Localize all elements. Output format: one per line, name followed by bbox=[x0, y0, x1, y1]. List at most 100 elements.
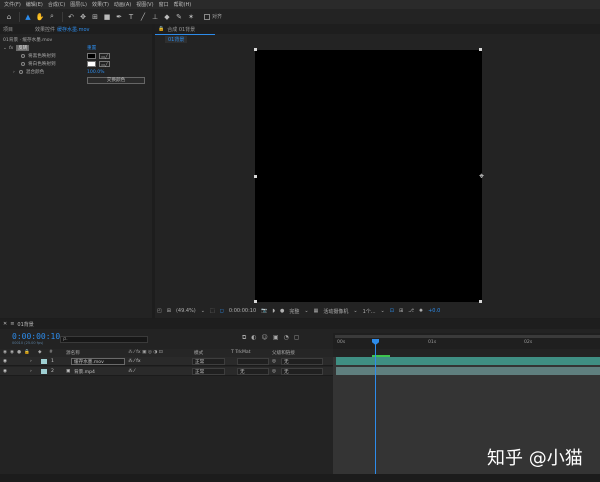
close-icon[interactable]: ✕ bbox=[3, 321, 7, 327]
timeline-timecode[interactable]: 0:00:00:10 bbox=[12, 332, 60, 341]
eye-icon[interactable]: ◉ bbox=[3, 350, 7, 355]
menu-help[interactable]: 帮助(H) bbox=[174, 1, 192, 8]
eraser-icon[interactable]: ◆ bbox=[162, 12, 172, 22]
layer-parent-dropdown[interactable]: 无 bbox=[281, 368, 323, 375]
layer-trkmat-dropdown[interactable] bbox=[237, 358, 269, 365]
fast-preview-icon[interactable]: ⊡ bbox=[390, 308, 394, 314]
viewer-timecode[interactable]: 0:00:00:10 bbox=[229, 308, 256, 314]
chevron-down-icon[interactable]: ⌄ bbox=[381, 308, 385, 314]
mode-header[interactable]: 模式 bbox=[194, 350, 203, 356]
stopwatch-icon[interactable] bbox=[21, 54, 25, 58]
comp-flowchart-icon[interactable]: ⧉ bbox=[242, 334, 246, 342]
playhead-line[interactable] bbox=[375, 340, 376, 482]
hamburger-icon[interactable]: ≡ bbox=[10, 321, 14, 327]
hand-icon[interactable]: ✋ bbox=[35, 12, 45, 22]
composition-canvas[interactable] bbox=[255, 50, 482, 302]
stopwatch-icon[interactable] bbox=[21, 62, 25, 66]
trkmat-header[interactable]: T TrkMat bbox=[231, 350, 251, 355]
home-icon[interactable]: ⌂ bbox=[4, 12, 14, 22]
transform-handle[interactable] bbox=[479, 48, 482, 51]
pan-behind-icon[interactable]: ⊞ bbox=[90, 12, 100, 22]
layer-name[interactable]: 缓存水墨.mov bbox=[71, 358, 125, 365]
layer-mode-dropdown[interactable]: 正常 bbox=[192, 358, 225, 365]
label-icon[interactable]: ◆ bbox=[38, 350, 42, 355]
chevron-down-icon[interactable]: ⌄ bbox=[3, 46, 7, 51]
tab-project[interactable]: 项目 bbox=[3, 26, 13, 33]
always-preview-icon[interactable]: ◰ bbox=[157, 308, 162, 314]
pen-icon[interactable]: ✒ bbox=[114, 12, 124, 22]
chevron-down-icon[interactable]: ⌄ bbox=[304, 308, 308, 314]
menu-edit[interactable]: 编辑(E) bbox=[26, 1, 43, 8]
chevron-right-icon[interactable]: › bbox=[13, 70, 15, 75]
menu-view[interactable]: 视图(V) bbox=[136, 1, 153, 8]
frame-blending-icon[interactable]: ▣ bbox=[273, 334, 279, 342]
lock-icon[interactable]: 🔒 bbox=[158, 26, 164, 32]
graph-editor-icon[interactable]: ▢ bbox=[294, 334, 300, 342]
roto-brush-icon[interactable]: ✎ bbox=[174, 12, 184, 22]
snap-toggle[interactable]: 对齐 bbox=[204, 13, 222, 20]
menu-composition[interactable]: 合成(C) bbox=[48, 1, 65, 8]
menu-animation[interactable]: 动画(A) bbox=[114, 1, 131, 8]
layer-switches[interactable]: ⁂ ⁄ fx bbox=[128, 359, 141, 364]
menu-window[interactable]: 窗口 bbox=[159, 1, 169, 8]
transform-handle[interactable] bbox=[254, 48, 257, 51]
zoom-icon[interactable]: ⌕ bbox=[47, 12, 57, 22]
menu-layer[interactable]: 图层(L) bbox=[70, 1, 87, 8]
views-dropdown[interactable]: 1个... bbox=[363, 308, 376, 315]
tab-composition[interactable]: 合成 01背景 bbox=[167, 26, 195, 33]
region-icon[interactable]: ◻ bbox=[220, 308, 224, 314]
map-black-swatch[interactable] bbox=[87, 53, 96, 59]
parent-header[interactable]: 父级和链接 bbox=[272, 350, 295, 356]
draft-3d-icon[interactable]: ◐ bbox=[251, 334, 256, 342]
layer-row[interactable]: ◉ › 2 ▣ 背景.mp4 ⁂ ⁄ 正常 无 ◎ 无 bbox=[0, 367, 333, 376]
shy-icon[interactable]: ☺ bbox=[262, 334, 268, 342]
effect-reset-link[interactable]: 重置 bbox=[87, 45, 96, 51]
timeline-link-icon[interactable]: ⊞ bbox=[399, 308, 403, 314]
eyedropper-icon[interactable]: ▭╱ bbox=[99, 61, 110, 67]
anchor-point-icon[interactable]: ⌖ bbox=[477, 173, 486, 182]
layer-switches[interactable]: ⁂ ⁄ bbox=[128, 369, 135, 374]
map-white-swatch[interactable] bbox=[87, 61, 96, 67]
brush-icon[interactable]: ╱ bbox=[138, 12, 148, 22]
reset-exposure-icon[interactable]: ✹ bbox=[419, 308, 423, 314]
puppet-pin-icon[interactable]: ✶ bbox=[186, 12, 196, 22]
audio-icon[interactable]: ◉ bbox=[10, 350, 14, 355]
blend-value[interactable]: 100.0% bbox=[87, 70, 105, 75]
channel-icon[interactable]: ● bbox=[280, 308, 284, 314]
lock-icon[interactable]: 🔒 bbox=[24, 350, 30, 355]
timeline-search-input[interactable]: ρ. bbox=[60, 336, 148, 343]
chevron-right-icon[interactable]: › bbox=[30, 369, 32, 374]
transform-handle[interactable] bbox=[254, 300, 257, 303]
layer-mode-dropdown[interactable]: 正常 bbox=[192, 368, 225, 375]
rotate-icon[interactable]: ↶ bbox=[66, 12, 76, 22]
grid-icon[interactable]: ⊞ bbox=[167, 308, 171, 314]
camera-orbit-icon[interactable]: ✥ bbox=[78, 12, 88, 22]
layer-row[interactable]: ◉ › 1 缓存水墨.mov ⁂ ⁄ fx 正常 ◎ 无 bbox=[0, 357, 333, 366]
layer-trkmat-dropdown[interactable]: 无 bbox=[237, 368, 269, 375]
transparency-grid-icon[interactable]: ▦ bbox=[314, 308, 319, 314]
quality-dropdown[interactable]: 完整 bbox=[289, 308, 299, 315]
type-icon[interactable]: T bbox=[126, 12, 136, 22]
zoom-dropdown[interactable]: (49.4%) bbox=[176, 308, 196, 314]
swap-colors-button[interactable]: 交换颜色 bbox=[87, 76, 145, 84]
solo-icon[interactable]: ● bbox=[17, 350, 21, 355]
snapshot-icon[interactable]: 📷 bbox=[261, 308, 267, 314]
effect-header-row[interactable]: ⌄ fx 反转 重置 bbox=[3, 44, 149, 52]
fit-icon[interactable]: ⬚ bbox=[210, 308, 215, 314]
camera-dropdown[interactable]: 活动摄像机 bbox=[323, 308, 348, 315]
source-name-header[interactable]: 源名称 bbox=[66, 350, 80, 356]
snap-checkbox[interactable] bbox=[204, 13, 210, 20]
comp-name-chip[interactable]: 01背景 bbox=[165, 36, 188, 43]
fx-icon[interactable]: fx bbox=[9, 46, 13, 51]
chevron-down-icon[interactable]: ⌄ bbox=[353, 308, 357, 314]
resolution-icon[interactable]: ⌄ bbox=[201, 308, 205, 314]
selection-arrow-icon[interactable]: ▲ bbox=[23, 12, 33, 22]
menu-file[interactable]: 文件(F) bbox=[4, 1, 21, 8]
transform-handle[interactable] bbox=[254, 175, 257, 178]
rectangle-icon[interactable]: ■ bbox=[102, 12, 112, 22]
flowchart-icon[interactable]: ⎇ bbox=[408, 308, 414, 314]
pickwhip-icon[interactable]: ◎ bbox=[272, 359, 276, 364]
clone-stamp-icon[interactable]: ⊥ bbox=[150, 12, 160, 22]
exposure-value[interactable]: +0.0 bbox=[428, 308, 440, 314]
layer-name[interactable]: 背景.mp4 bbox=[74, 369, 95, 375]
